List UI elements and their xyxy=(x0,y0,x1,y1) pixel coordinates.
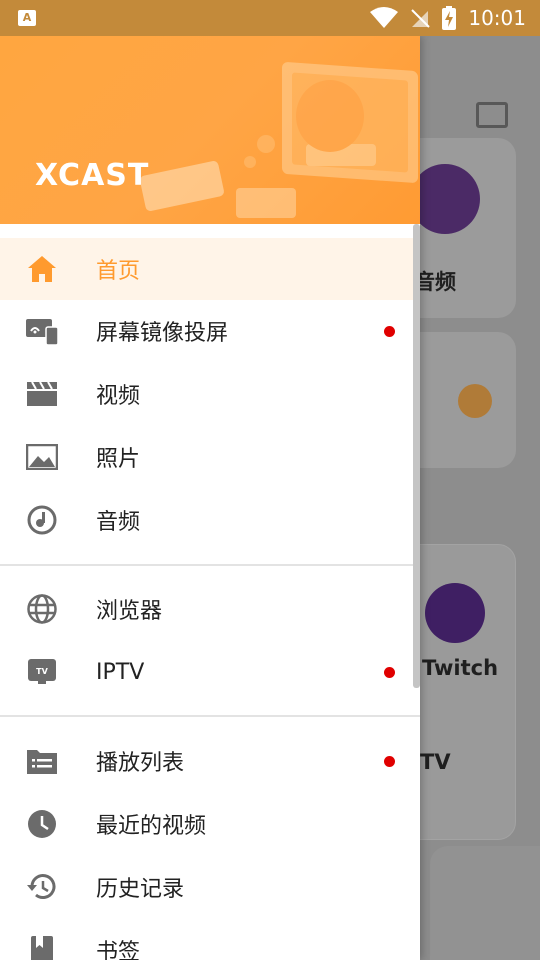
cast-icon xyxy=(476,102,508,128)
photo-icon xyxy=(26,441,58,473)
menu-label: 音频 xyxy=(96,510,141,535)
menu-label: IPTV xyxy=(96,659,145,685)
twitch-label: Twitch xyxy=(422,656,499,680)
navigation-drawer: XCAST 首页 屏幕镜像投屏 视频 照片 音频 浏览器 TV IPTV 播放列… xyxy=(0,36,420,960)
menu-item-video[interactable]: 视频 xyxy=(0,363,420,425)
menu-item-browser[interactable]: 浏览器 xyxy=(0,578,420,640)
brand-logo: XCAST xyxy=(35,158,150,193)
menu-label: 书签 xyxy=(96,940,141,960)
twitch-icon xyxy=(425,583,485,643)
new-badge xyxy=(384,326,395,337)
menu-label: 最近的视频 xyxy=(96,814,207,839)
divider xyxy=(0,715,420,717)
battery-charging-icon xyxy=(442,6,457,30)
audio-icon xyxy=(26,504,58,536)
drawer-header: XCAST xyxy=(0,36,420,224)
menu-item-bookmarks[interactable]: 书签 xyxy=(0,919,420,960)
wifi-icon xyxy=(370,7,399,28)
menu-label: 历史记录 xyxy=(96,877,185,902)
clock: 10:01 xyxy=(468,6,526,30)
menu-label: 播放列表 xyxy=(96,751,185,776)
menu-item-playlist[interactable]: 播放列表 xyxy=(0,730,420,792)
globe-icon xyxy=(26,593,58,625)
menu-label: 屏幕镜像投屏 xyxy=(96,321,229,346)
menu-item-screen-mirror[interactable]: 屏幕镜像投屏 xyxy=(0,300,420,362)
bottom-card xyxy=(430,846,540,960)
tv-label: TV xyxy=(420,750,451,774)
menu-label: 照片 xyxy=(96,447,141,472)
home-icon xyxy=(26,253,58,285)
menu-label: 首页 xyxy=(96,259,141,284)
tv-icon: TV xyxy=(26,656,58,688)
no-signal-icon xyxy=(411,9,431,28)
clock-icon xyxy=(26,808,58,840)
bookmark-icon xyxy=(26,934,58,960)
scrollbar[interactable] xyxy=(413,224,420,688)
devices-illustration xyxy=(140,62,418,218)
menu-item-audio[interactable]: 音频 xyxy=(0,489,420,551)
app-notification-icon: A xyxy=(18,10,36,26)
audio-card-label: 音频 xyxy=(414,270,456,294)
menu-item-recent-videos[interactable]: 最近的视频 xyxy=(0,793,420,855)
divider xyxy=(0,564,420,566)
new-badge xyxy=(384,667,395,678)
menu-item-history[interactable]: 历史记录 xyxy=(0,856,420,918)
audio-card-icon xyxy=(410,164,480,234)
screen-mirror-icon xyxy=(26,315,58,347)
chevron-right-icon xyxy=(458,384,492,418)
status-bar: A 10:01 xyxy=(0,0,540,36)
menu-item-home[interactable]: 首页 xyxy=(0,238,420,300)
playlist-icon xyxy=(26,745,58,777)
status-icons: 10:01 xyxy=(370,0,526,36)
menu-item-iptv[interactable]: TV IPTV xyxy=(0,641,420,703)
menu-item-photo[interactable]: 照片 xyxy=(0,426,420,488)
video-clapper-icon xyxy=(26,378,58,410)
svg-text:TV: TV xyxy=(36,667,48,676)
history-icon xyxy=(26,871,58,903)
menu-label: 视频 xyxy=(96,384,141,409)
menu-label: 浏览器 xyxy=(96,599,163,624)
new-badge xyxy=(384,756,395,767)
